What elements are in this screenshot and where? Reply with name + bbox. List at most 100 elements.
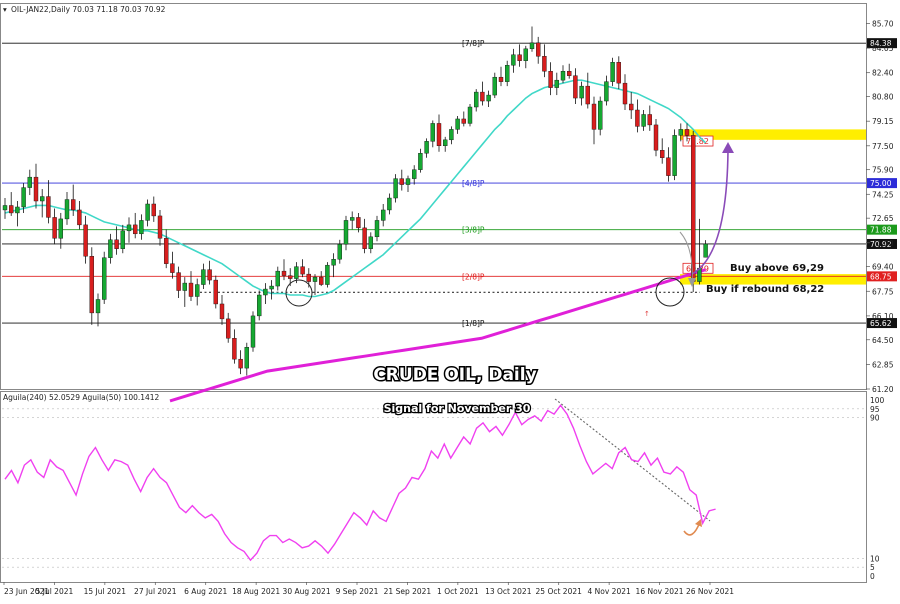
candle-bear-body [629,103,634,111]
candle-bear-body [319,276,324,285]
candle-bull-body [275,270,280,287]
candle [250,311,256,352]
x-tick-label: 9 Sep 2021 [336,587,379,596]
candle-bull-body [511,54,516,66]
candle-bull-body [641,114,646,127]
candle-bull-body [579,85,584,99]
osc-tick-label: 5 [870,563,875,572]
y-tick-label: 74.25 [872,190,894,199]
candle-bear-body [548,71,553,88]
candle-bear-body [306,273,311,282]
candle-bear-body [517,54,522,61]
note-buy-rebound: Buy if rebound 68,22 [706,284,824,295]
candle-bull-body [424,141,429,154]
candle-bull-body [405,178,411,185]
candle-bear-body [498,76,504,82]
x-tick-label: 5 Jul 2021 [36,587,74,596]
candle-bull-body [27,176,32,188]
candle-bear-body [436,123,442,147]
chart-canvas: [7/8]P 84.38[4/8]P 75.00[3/8]P 71.8870.92[2… [0,0,900,600]
candle-bear-body [362,227,367,249]
x-tick-label: 18 Aug 2021 [232,587,280,596]
candle-bull-body [21,187,26,208]
candle-bull-body [350,217,355,221]
candle-bull-body [64,199,70,220]
candle-bear-body [219,303,225,320]
price-tag: 71.88 [870,226,892,235]
candle-bear-body [300,266,305,275]
candle-bear-body [288,275,293,279]
osc-tick-label: 10 [870,554,880,563]
candle-bull-body [40,196,45,202]
candle-bear-body [52,217,57,239]
candle-bear-body [70,199,76,211]
candle-bear-body [89,256,95,314]
note-buy-above: Buy above 69,29 [730,263,824,274]
osc-tick-label: 90 [870,414,880,423]
candle-bear-body [542,56,547,72]
candle-bull-body [325,264,330,285]
candle-bull-body [2,205,8,211]
candle-bear-body [536,42,541,57]
osc-tick-label: 100 [870,396,885,405]
price-tag: 75.00 [870,179,892,188]
candle-bear-body [399,178,404,185]
y-tick-label: 71.00 [872,239,894,248]
candle-bull-body [393,178,398,199]
x-tick-label: 13 Oct 2021 [485,587,532,596]
candle-bull-body [244,347,250,369]
candle-bull-body [194,284,200,297]
candle-bull-body [269,285,274,290]
chart-background [0,0,900,600]
candle-bull-body [201,269,206,285]
candle-bull-body [505,65,510,82]
candle-bull-body [368,236,373,249]
candle-bear-body [622,82,628,105]
candle-bull-body [467,106,473,124]
candle-bear-body [176,272,181,291]
candle-bear-body [170,263,175,273]
candle-bull-body [182,282,188,291]
osc-tick-label: 0 [870,572,875,581]
candle-bull-body [312,276,318,282]
annotation-tag: 77.82 [686,137,709,146]
candle [598,96,603,136]
osc-tick-label: 95 [870,405,880,414]
candle-bull-body [139,220,144,235]
indicator-header: Aguila(240) 52.0529 Aguila(50) 100.1412 [3,393,160,402]
candle-bull-body [443,139,448,147]
candle-bull-body [610,62,615,82]
candle-bull-body [474,91,479,108]
candle-bull-body [331,258,336,266]
candle-bear-body [151,203,157,217]
candle [325,262,330,288]
candle-bear-body [114,239,119,249]
candle-bull-body [449,129,454,141]
candle-bull-body [374,220,380,238]
candle [672,129,677,181]
candle-bull-body [387,197,392,211]
candle-bull-body [529,42,535,50]
candle [213,275,219,309]
candle-bear-body [461,118,466,124]
level-label: [4/8]P [462,179,485,188]
candle-bull-body [418,153,423,170]
candle-bear-body [8,205,14,214]
candle-bull-body [678,129,683,136]
candle-bear-body [684,129,690,136]
chart-title: CRUDE OIL, Daily [373,365,536,385]
candle [101,251,107,304]
y-tick-label: 79.15 [872,117,894,126]
x-tick-label: 25 Oct 2021 [536,587,583,596]
candle-bull-body [598,100,603,130]
symbol-dropdown-icon[interactable]: ▾ [3,5,7,14]
x-tick-label: 30 Aug 2021 [283,587,331,596]
candle-bull-body [523,48,528,61]
candle-bear-body [660,150,665,158]
candle-bull-body [560,71,566,81]
candle-bear-body [635,109,640,127]
highlight-zone [680,274,866,285]
x-tick-label: 6 Aug 2021 [184,587,227,596]
candle-bull-body [455,118,460,130]
candle-bull-body [412,169,417,179]
